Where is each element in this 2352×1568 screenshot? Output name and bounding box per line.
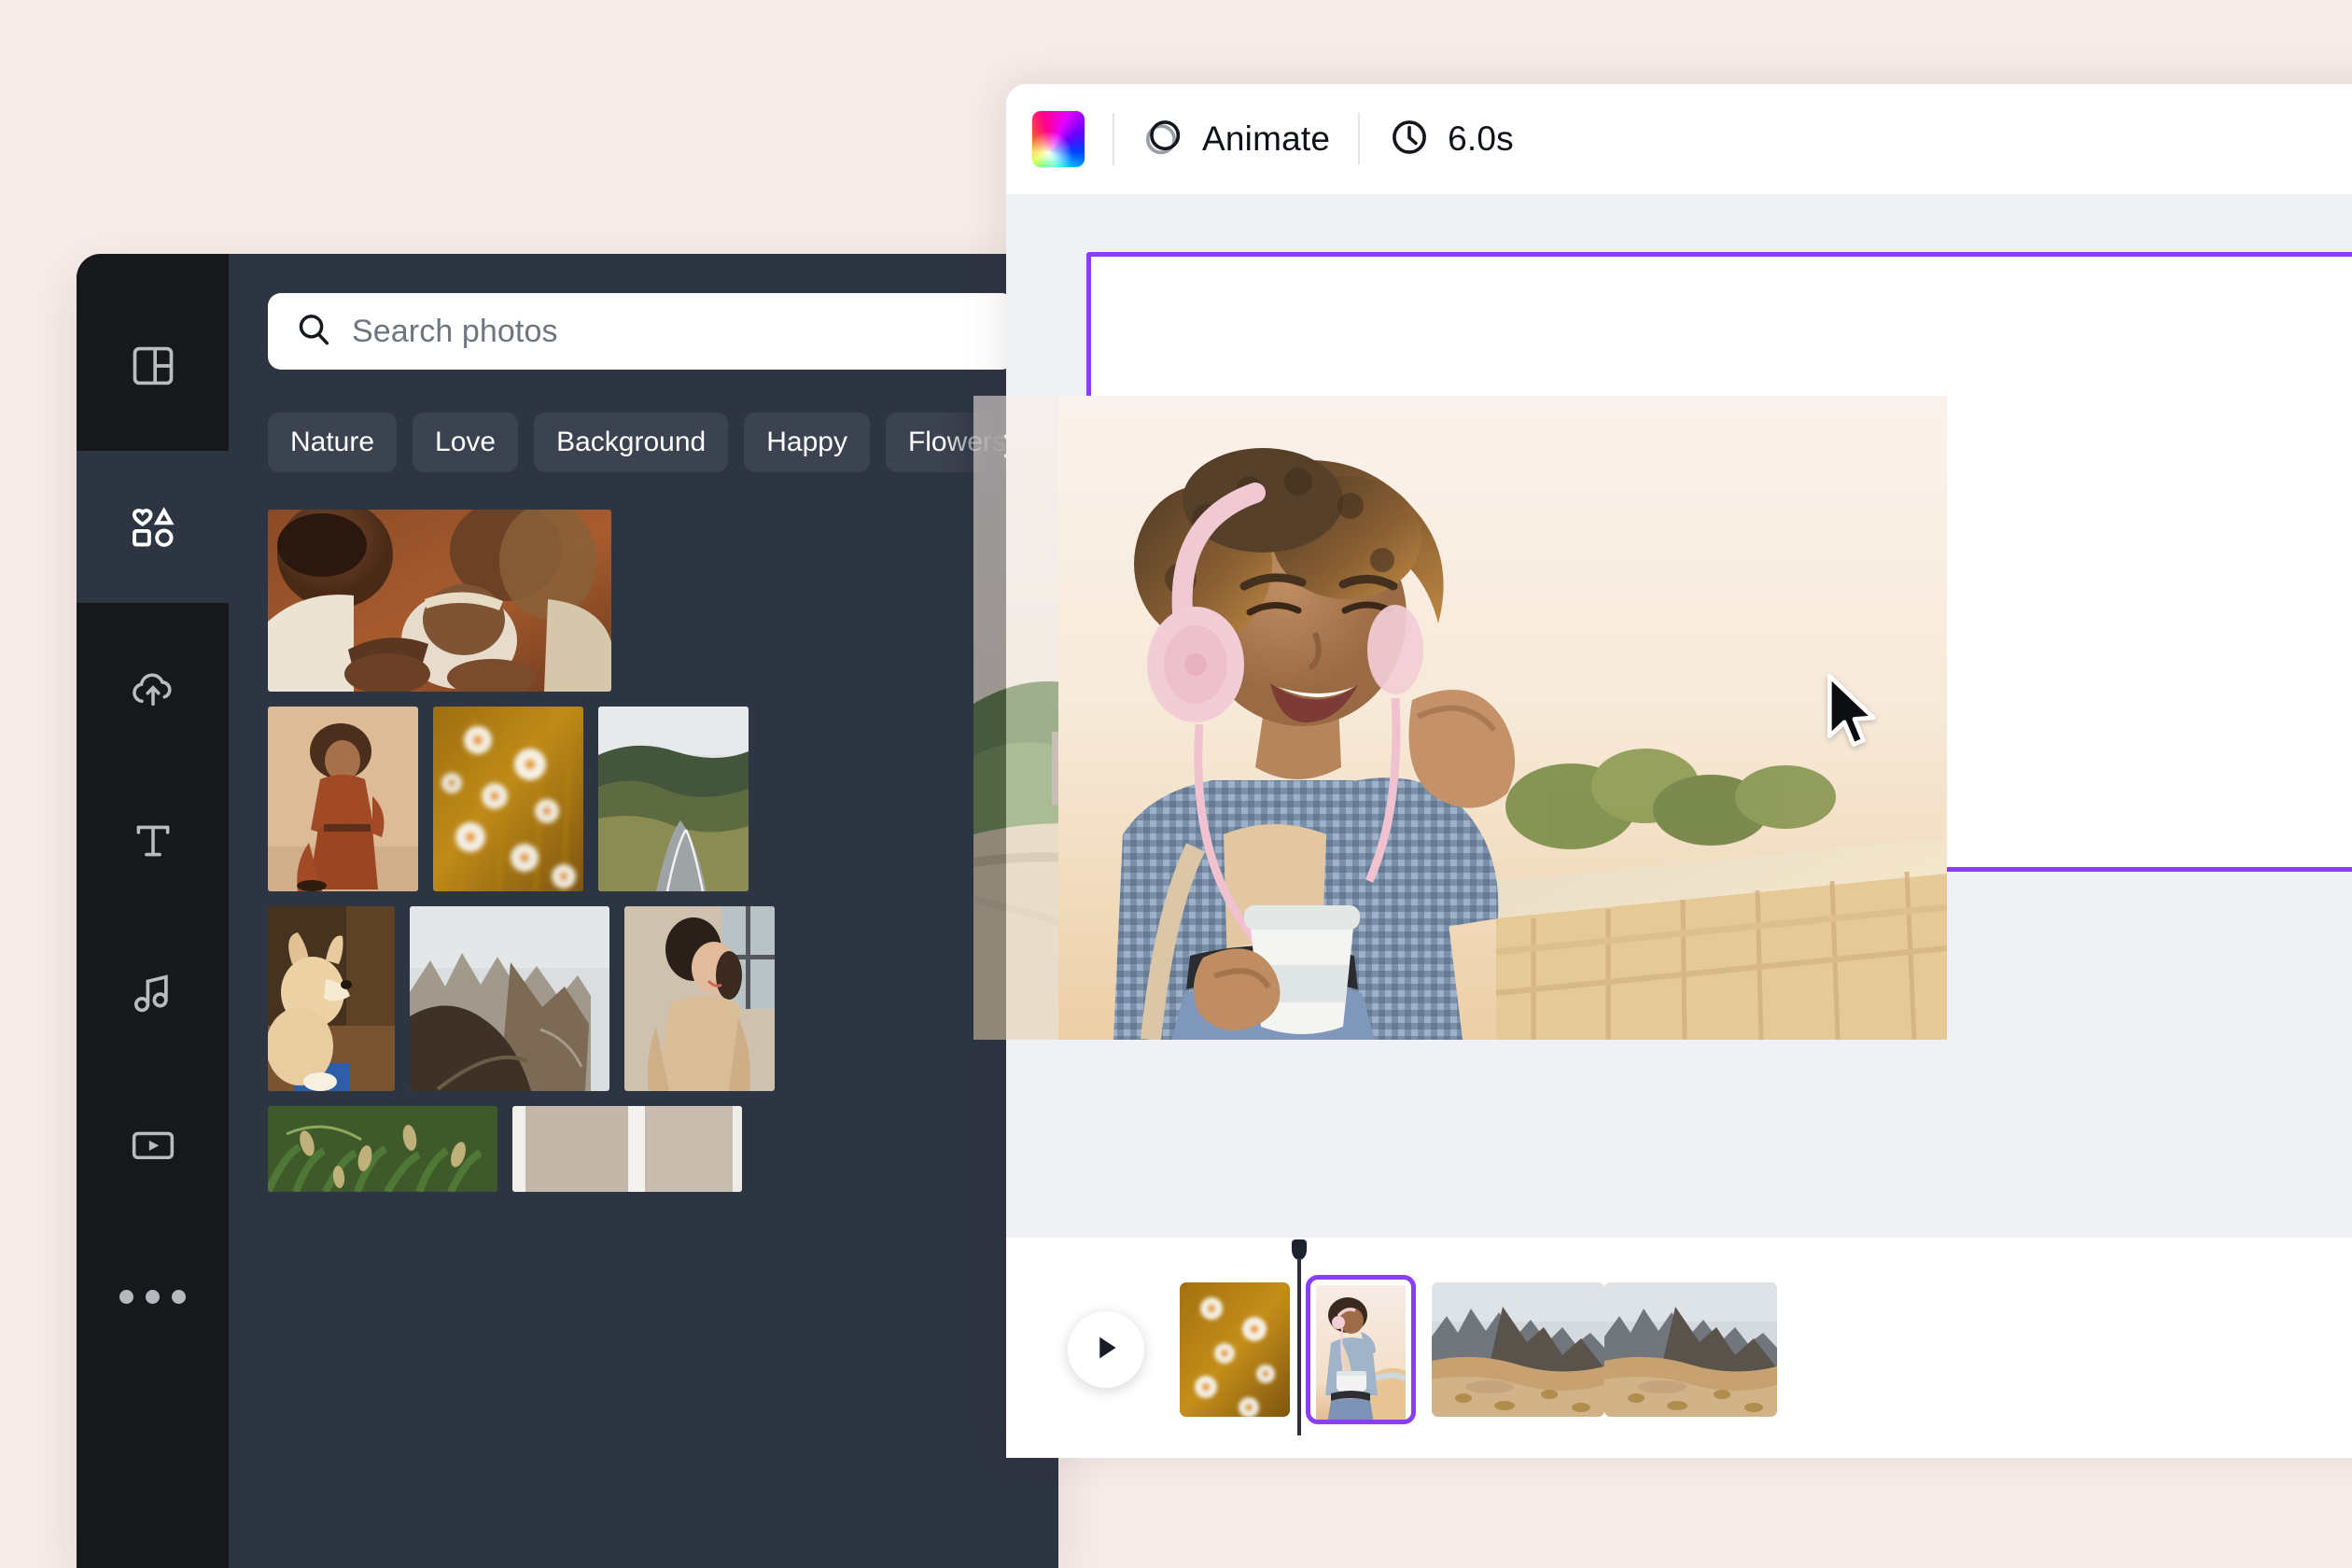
media-panel-body: Search photos Nature Love Background Hap… [229, 254, 1058, 1568]
search-icon [294, 310, 333, 354]
duration-button[interactable]: 6.0s [1388, 116, 1514, 163]
rainbow-gradient-swatch[interactable] [1032, 111, 1085, 167]
photo-thumb-mountain-peaks[interactable] [410, 906, 609, 1091]
toolbar-divider-2 [1358, 113, 1361, 165]
sidebar-item-uploads[interactable] [77, 612, 229, 764]
sidebar-item-videos[interactable] [77, 1069, 229, 1221]
search-placeholder: Search photos [352, 313, 558, 349]
photo-thumb-woman-rust-outfit[interactable] [268, 707, 418, 891]
filter-chip-background[interactable]: Background [534, 413, 729, 472]
filter-chip-love[interactable]: Love [413, 413, 519, 472]
media-side-panel: Search photos Nature Love Background Hap… [77, 254, 1058, 1568]
photo-thumb-beige-interior[interactable] [512, 1106, 742, 1192]
more-dots-icon [119, 1290, 186, 1304]
video-editor-window: Animate 6.0s [1006, 84, 2352, 1458]
photo-thumb-daisy-flowers[interactable] [433, 707, 583, 891]
animate-button[interactable]: Animate [1142, 116, 1330, 163]
mouse-pointer [1825, 674, 1881, 752]
filter-chip-nature[interactable]: Nature [268, 413, 398, 472]
sidebar-item-text[interactable] [77, 764, 229, 917]
photo-thumb-woman-beige-coat[interactable] [624, 906, 775, 1091]
duration-label: 6.0s [1448, 119, 1514, 158]
filter-chip-happy[interactable]: Happy [744, 413, 870, 472]
photo-thumb-green-field[interactable] [268, 1106, 497, 1192]
timeline-clip-woman-headphones[interactable] [1306, 1275, 1416, 1424]
sidebar-item-more[interactable] [77, 1221, 229, 1373]
editor-toolbar: Animate 6.0s [1006, 84, 2352, 194]
filter-chip-row: Nature Love Background Happy Flowers [268, 403, 1054, 493]
photo-results-grid [268, 510, 1024, 1192]
canvas-page[interactable] [1086, 252, 2352, 872]
timeline-playhead[interactable] [1292, 1239, 1307, 1260]
play-button[interactable] [1068, 1311, 1144, 1388]
editor-canvas-area [1006, 194, 2352, 1238]
timeline-clip-mountain-desert-2[interactable] [1604, 1282, 1777, 1417]
photo-thumb-forest-road[interactable] [598, 707, 749, 891]
sidebar-item-elements[interactable] [77, 427, 229, 627]
clock-icon [1388, 116, 1431, 163]
photo-thumb-family-newborn[interactable] [268, 510, 611, 692]
search-input[interactable]: Search photos [268, 293, 1015, 370]
shapes-elements-icon [128, 503, 178, 552]
photo-thumb-corgi-puppy[interactable] [268, 906, 395, 1091]
sidebar-item-design[interactable] [77, 289, 229, 441]
editor-timeline [1006, 1238, 2352, 1458]
grid-row [268, 510, 1024, 692]
timeline-clip-row [1006, 1275, 1777, 1424]
timeline-clip-daisy[interactable] [1180, 1282, 1290, 1417]
animate-label: Animate [1202, 119, 1331, 158]
sidebar-item-audio[interactable] [77, 917, 229, 1069]
grid-row [268, 906, 1024, 1091]
cloud-upload-icon [128, 665, 178, 713]
music-note-icon [129, 969, 177, 1017]
toolbar-divider [1113, 113, 1114, 165]
timeline-clip-mountain-desert-1[interactable] [1432, 1282, 1604, 1417]
grid-row [268, 1106, 1024, 1192]
play-triangle-icon [1089, 1331, 1123, 1369]
layout-panel-icon [129, 342, 177, 390]
video-play-frame-icon [128, 1121, 178, 1169]
grid-row [268, 707, 1024, 891]
animate-circles-icon [1142, 116, 1185, 163]
text-t-icon [130, 818, 176, 864]
editor-icon-rail [77, 254, 229, 1568]
